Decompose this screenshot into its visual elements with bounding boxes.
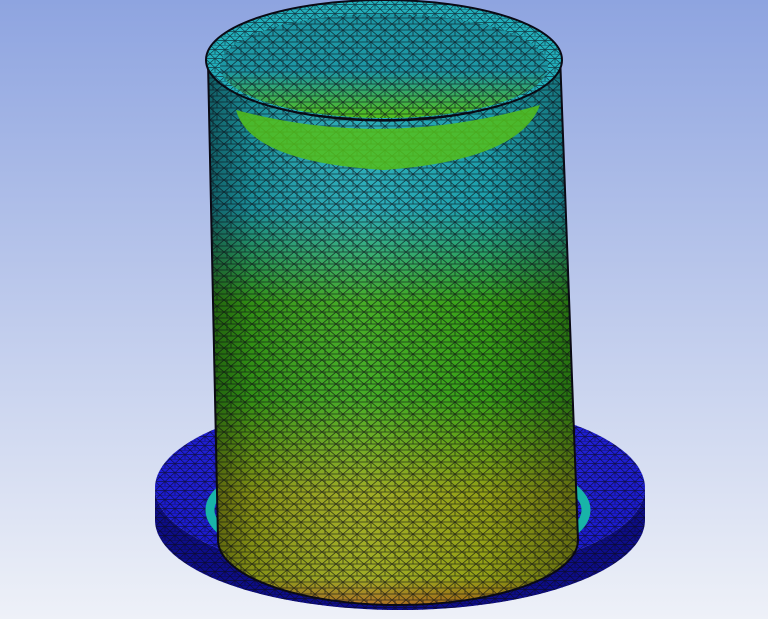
3d-viewport[interactable]: [0, 0, 768, 619]
fea-mesh-render[interactable]: [0, 0, 768, 619]
